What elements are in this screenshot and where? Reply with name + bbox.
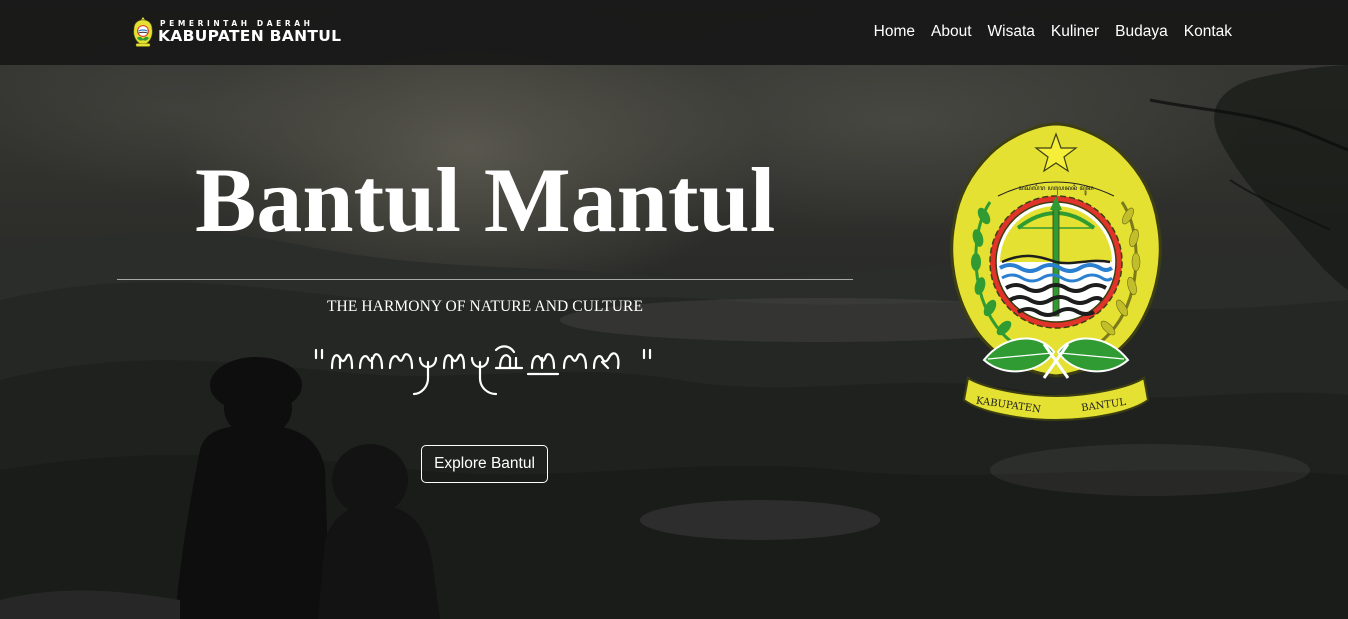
nav-link-budaya[interactable]: Budaya [1115,22,1168,42]
javanese-script-tagline [314,345,652,396]
nav-link-kontak[interactable]: Kontak [1184,22,1232,42]
hero-subtitle: THE HARMONY OF NATURE AND CULTURE [326,298,644,315]
explore-bantul-button[interactable]: Explore Bantul [421,445,548,483]
main-nav: Home About Wisata Kuliner Budaya Kontak [858,22,1232,42]
nav-link-home[interactable]: Home [874,22,915,42]
brand-subtitle: PEMERINTAH DAERAH [160,18,314,28]
nav-link-wisata[interactable]: Wisata [988,22,1035,42]
brand-logo-link[interactable]: PEMERINTAH DAERAH KABUPATEN BANTUL [132,15,341,49]
hero-title: Bantul Mantul [195,149,776,251]
nav-link-kuliner[interactable]: Kuliner [1051,22,1099,42]
bantul-emblem-icon: ꦩꦱꦭꦶꦫ ꦥꦥꦺꦤꦤꦶ ꦩꦸꦏ KABUPATEN BANTUL [950,122,1162,422]
nav-link-about[interactable]: About [931,22,972,42]
bantul-crest-icon [133,17,153,47]
brand-title: KABUPATEN BANTUL [158,27,342,45]
hero-divider [117,279,853,280]
navbar: PEMERINTAH DAERAH KABUPATEN BANTUL Home … [0,0,1348,65]
